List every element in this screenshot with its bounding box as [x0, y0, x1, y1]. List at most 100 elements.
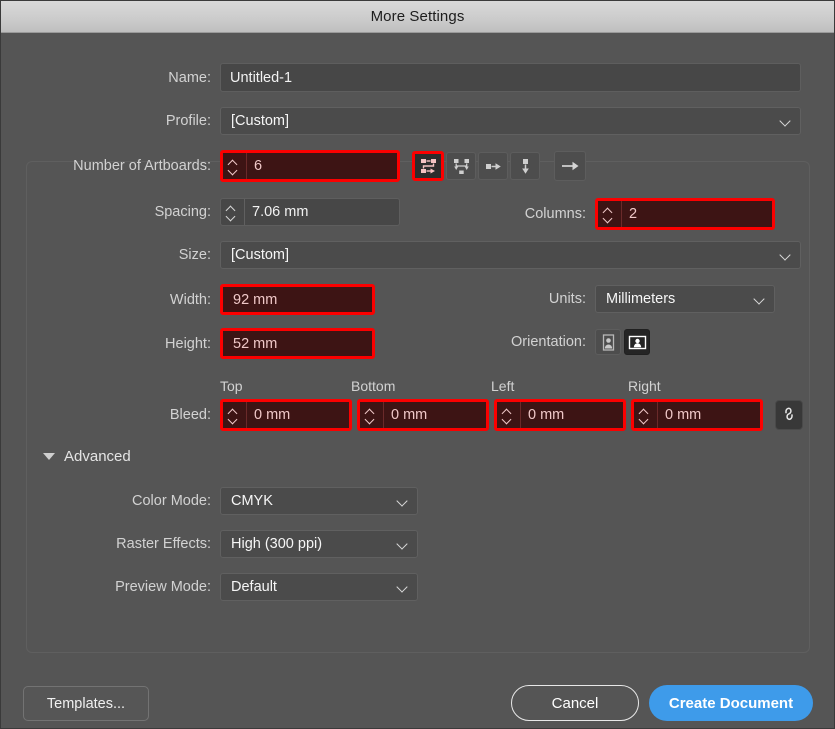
chevron-down-icon [398, 539, 409, 550]
units-select[interactable]: Millimeters [595, 285, 775, 313]
templates-button-label: Templates... [46, 695, 126, 712]
units-select-value: Millimeters [606, 291, 676, 307]
bleed-bottom-input[interactable]: 0 mm [357, 399, 489, 431]
artboards-input-value: 6 [254, 158, 263, 174]
raster-effects-label: Raster Effects: [116, 536, 211, 552]
stepper-down-icon[interactable] [228, 168, 239, 174]
raster-effects-row: Raster Effects: High (300 ppi) [1, 530, 418, 558]
cancel-button-label: Cancel [551, 694, 599, 712]
width-row: Width: 92 mm [1, 284, 375, 315]
create-document-button[interactable]: Create Document [649, 685, 813, 721]
cancel-button[interactable]: Cancel [511, 685, 639, 721]
chevron-down-icon [781, 250, 792, 261]
dialog-body: Name: Untitled-1 Profile: [Custom] Numbe… [1, 33, 834, 728]
color-mode-select-value: CMYK [231, 493, 273, 509]
bleed-top-input[interactable]: 0 mm [220, 399, 352, 431]
bleed-left-input[interactable]: 0 mm [494, 399, 626, 431]
columns-stepper[interactable] [603, 201, 622, 227]
stepper-down-icon[interactable] [228, 417, 239, 423]
artboards-stepper[interactable] [228, 153, 247, 179]
orientation-button-group [595, 329, 650, 355]
preview-mode-select[interactable]: Default [220, 573, 418, 601]
stepper-down-icon[interactable] [365, 417, 376, 423]
bleed-bottom-stepper[interactable] [365, 402, 384, 428]
create-document-button-label: Create Document [668, 694, 794, 712]
size-select-value: [Custom] [231, 247, 290, 263]
landscape-icon [628, 335, 646, 349]
grid-by-row-button[interactable] [412, 151, 444, 181]
stepper-down-icon[interactable] [639, 417, 650, 423]
stepper-up-icon[interactable] [639, 408, 650, 414]
bleed-bottom-value: 0 mm [391, 407, 428, 423]
arrange-by-row-icon [485, 162, 501, 170]
stepper-up-icon[interactable] [603, 207, 614, 213]
orientation-label: Orientation: [511, 334, 586, 350]
color-mode-select[interactable]: CMYK [220, 487, 418, 515]
height-row: Height: 52 mm [1, 328, 375, 359]
left-to-right-layout-button[interactable] [554, 151, 586, 181]
size-select[interactable]: [Custom] [220, 241, 801, 269]
bleed-top-stepper[interactable] [228, 402, 247, 428]
stepper-up-icon[interactable] [228, 159, 239, 165]
orientation-landscape-button[interactable] [624, 329, 650, 355]
width-input-value: 92 mm [233, 291, 278, 308]
spacing-stepper[interactable] [226, 199, 245, 225]
bleed-label: Bleed: [169, 407, 211, 423]
grid-by-column-button[interactable] [446, 152, 476, 180]
chevron-down-icon [755, 294, 766, 305]
stepper-up-icon[interactable] [365, 408, 376, 414]
stepper-down-icon[interactable] [502, 417, 513, 423]
bleed-right-value: 0 mm [665, 407, 702, 423]
raster-effects-select[interactable]: High (300 ppi) [220, 530, 418, 558]
height-label: Height: [165, 335, 211, 352]
spacing-input[interactable]: 7.06 mm [220, 198, 400, 226]
chevron-down-icon [781, 116, 792, 127]
width-input[interactable]: 92 mm [220, 284, 375, 315]
arrange-by-column-button[interactable] [510, 152, 540, 180]
height-input[interactable]: 52 mm [220, 328, 375, 359]
units-row: Units: Millimeters [491, 285, 775, 313]
stepper-up-icon[interactable] [228, 408, 239, 414]
advanced-disclosure[interactable]: Advanced [43, 448, 131, 465]
stepper-down-icon[interactable] [226, 214, 237, 220]
bleed-left-stepper[interactable] [502, 402, 521, 428]
name-label: Name: [168, 69, 211, 86]
orientation-row: Orientation: [441, 329, 650, 355]
artboard-layout-button-group [412, 151, 586, 181]
triangle-down-icon [43, 453, 55, 460]
bleed-right-stepper[interactable] [639, 402, 658, 428]
artboards-input[interactable]: 6 [220, 150, 400, 182]
spacing-label: Spacing: [154, 204, 211, 220]
bleed-link-button[interactable] [775, 400, 803, 430]
chevron-down-icon [398, 496, 409, 507]
name-input-value: Untitled-1 [230, 69, 293, 86]
artboards-row: Number of Artboards: 6 [1, 150, 586, 182]
profile-select[interactable]: [Custom] [220, 107, 801, 135]
stepper-up-icon[interactable] [502, 408, 513, 414]
bleed-right-input[interactable]: 0 mm [631, 399, 763, 431]
stepper-down-icon[interactable] [603, 216, 614, 222]
left-to-right-arrow-icon [562, 161, 579, 171]
units-label: Units: [548, 291, 586, 307]
columns-input-value: 2 [629, 206, 638, 222]
profile-label: Profile: [165, 113, 211, 129]
profile-select-value: [Custom] [231, 113, 290, 129]
templates-button[interactable]: Templates... [23, 686, 149, 721]
raster-effects-select-value: High (300 ppi) [231, 536, 323, 552]
link-chain-icon [785, 407, 793, 421]
name-row: Name: Untitled-1 [1, 63, 806, 92]
name-input[interactable]: Untitled-1 [220, 63, 801, 92]
width-label: Width: [169, 291, 211, 308]
orientation-portrait-button[interactable] [595, 329, 621, 355]
columns-input[interactable]: 2 [595, 198, 775, 230]
columns-label: Columns: [524, 206, 586, 222]
arrange-by-row-button[interactable] [478, 152, 508, 180]
spacing-row: Spacing: 7.06 mm [1, 198, 400, 226]
grid-by-column-icon [453, 158, 469, 174]
stepper-up-icon[interactable] [226, 205, 237, 211]
preview-mode-row: Preview Mode: Default [1, 573, 418, 601]
height-input-value: 52 mm [233, 335, 278, 352]
bleed-left-value: 0 mm [528, 407, 565, 423]
arrange-by-column-icon [521, 158, 529, 174]
artboards-label: Number of Artboards: [73, 158, 211, 174]
